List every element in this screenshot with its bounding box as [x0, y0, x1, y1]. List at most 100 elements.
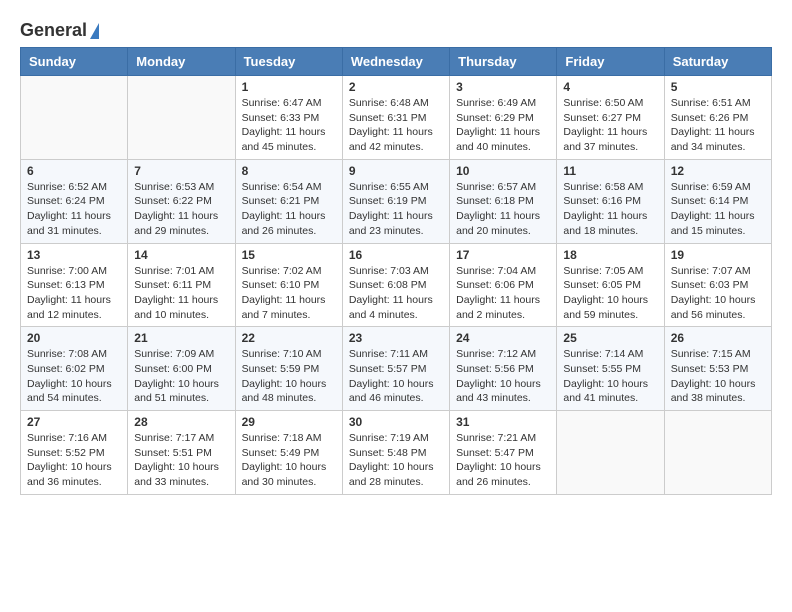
- day-number: 8: [242, 164, 336, 178]
- day-number: 17: [456, 248, 550, 262]
- calendar-day-14: 14 Sunrise: 7:01 AM Sunset: 6:11 PM Dayli…: [128, 243, 235, 327]
- day-info: Sunrise: 6:59 AM Sunset: 6:14 PM Dayligh…: [671, 180, 765, 239]
- day-number: 23: [349, 331, 443, 345]
- calendar-day-3: 3Sunrise: 6:49 AM Sunset: 6:29 PM Daylig…: [450, 76, 557, 160]
- weekday-header-monday: Monday: [128, 48, 235, 76]
- calendar-day-31: 31 Sunrise: 7:21 AM Sunset: 5:47 PM Dayli…: [450, 411, 557, 495]
- day-info: Sunrise: 6:55 AM Sunset: 6:19 PM Dayligh…: [349, 180, 443, 239]
- day-info: Sunrise: 6:48 AM Sunset: 6:31 PM Dayligh…: [349, 96, 443, 155]
- calendar-empty-cell: [664, 411, 771, 495]
- calendar-day-24: 24 Sunrise: 7:12 AM Sunset: 5:56 PM Dayli…: [450, 327, 557, 411]
- calendar-day-27: 27 Sunrise: 7:16 AM Sunset: 5:52 PM Dayli…: [21, 411, 128, 495]
- day-number: 12: [671, 164, 765, 178]
- day-number: 19: [671, 248, 765, 262]
- day-info: Sunrise: 6:53 AM Sunset: 6:22 PM Dayligh…: [134, 180, 228, 239]
- day-number: 28: [134, 415, 228, 429]
- logo-arrow-icon: [90, 23, 99, 39]
- calendar-day-7: 7 Sunrise: 6:53 AM Sunset: 6:22 PM Daylig…: [128, 159, 235, 243]
- calendar-day-2: 2 Sunrise: 6:48 AM Sunset: 6:31 PM Daylig…: [342, 76, 449, 160]
- day-info: Sunrise: 7:12 AM Sunset: 5:56 PM Dayligh…: [456, 347, 550, 406]
- calendar-day-16: 16Sunrise: 7:03 AM Sunset: 6:08 PM Dayli…: [342, 243, 449, 327]
- day-info: Sunrise: 6:58 AM Sunset: 6:16 PM Dayligh…: [563, 180, 657, 239]
- page-header: General: [20, 20, 772, 37]
- calendar-header-row: SundayMondayTuesdayWednesdayThursdayFrid…: [21, 48, 772, 76]
- day-number: 18: [563, 248, 657, 262]
- day-info: Sunrise: 7:02 AM Sunset: 6:10 PM Dayligh…: [242, 264, 336, 323]
- calendar-day-28: 28 Sunrise: 7:17 AM Sunset: 5:51 PM Dayli…: [128, 411, 235, 495]
- day-info: Sunrise: 7:08 AM Sunset: 6:02 PM Dayligh…: [27, 347, 121, 406]
- day-info: Sunrise: 7:10 AM Sunset: 5:59 PM Dayligh…: [242, 347, 336, 406]
- weekday-header-tuesday: Tuesday: [235, 48, 342, 76]
- calendar-week-row: 6 Sunrise: 6:52 AM Sunset: 6:24 PM Daylig…: [21, 159, 772, 243]
- day-number: 15: [242, 248, 336, 262]
- day-info: Sunrise: 6:52 AM Sunset: 6:24 PM Dayligh…: [27, 180, 121, 239]
- calendar-day-5: 5 Sunrise: 6:51 AM Sunset: 6:26 PM Daylig…: [664, 76, 771, 160]
- day-info: Sunrise: 6:50 AM Sunset: 6:27 PM Dayligh…: [563, 96, 657, 155]
- calendar-day-21: 21Sunrise: 7:09 AM Sunset: 6:00 PM Dayli…: [128, 327, 235, 411]
- calendar-day-8: 8 Sunrise: 6:54 AM Sunset: 6:21 PM Daylig…: [235, 159, 342, 243]
- calendar-day-22: 22 Sunrise: 7:10 AM Sunset: 5:59 PM Dayli…: [235, 327, 342, 411]
- day-info: Sunrise: 7:18 AM Sunset: 5:49 PM Dayligh…: [242, 431, 336, 490]
- day-info: Sunrise: 6:54 AM Sunset: 6:21 PM Dayligh…: [242, 180, 336, 239]
- day-number: 29: [242, 415, 336, 429]
- day-number: 11: [563, 164, 657, 178]
- calendar-week-row: 1Sunrise: 6:47 AM Sunset: 6:33 PM Daylig…: [21, 76, 772, 160]
- day-number: 31: [456, 415, 550, 429]
- calendar-day-9: 9 Sunrise: 6:55 AM Sunset: 6:19 PM Daylig…: [342, 159, 449, 243]
- day-number: 6: [27, 164, 121, 178]
- day-info: Sunrise: 6:57 AM Sunset: 6:18 PM Dayligh…: [456, 180, 550, 239]
- day-info: Sunrise: 7:16 AM Sunset: 5:52 PM Dayligh…: [27, 431, 121, 490]
- calendar-week-row: 27 Sunrise: 7:16 AM Sunset: 5:52 PM Dayli…: [21, 411, 772, 495]
- weekday-header-saturday: Saturday: [664, 48, 771, 76]
- day-number: 2: [349, 80, 443, 94]
- calendar-day-19: 19 Sunrise: 7:07 AM Sunset: 6:03 PM Dayli…: [664, 243, 771, 327]
- day-info: Sunrise: 7:17 AM Sunset: 5:51 PM Dayligh…: [134, 431, 228, 490]
- calendar-day-11: 11 Sunrise: 6:58 AM Sunset: 6:16 PM Dayli…: [557, 159, 664, 243]
- day-info: Sunrise: 7:04 AM Sunset: 6:06 PM Dayligh…: [456, 264, 550, 323]
- day-info: Sunrise: 7:21 AM Sunset: 5:47 PM Dayligh…: [456, 431, 550, 490]
- day-info: Sunrise: 7:15 AM Sunset: 5:53 PM Dayligh…: [671, 347, 765, 406]
- calendar-day-1: 1Sunrise: 6:47 AM Sunset: 6:33 PM Daylig…: [235, 76, 342, 160]
- logo: General: [20, 20, 99, 37]
- weekday-header-thursday: Thursday: [450, 48, 557, 76]
- day-number: 26: [671, 331, 765, 345]
- weekday-header-friday: Friday: [557, 48, 664, 76]
- day-number: 14: [134, 248, 228, 262]
- day-info: Sunrise: 6:51 AM Sunset: 6:26 PM Dayligh…: [671, 96, 765, 155]
- logo-general-text: General: [20, 20, 87, 41]
- day-number: 3: [456, 80, 550, 94]
- calendar-day-20: 20 Sunrise: 7:08 AM Sunset: 6:02 PM Dayli…: [21, 327, 128, 411]
- day-info: Sunrise: 7:19 AM Sunset: 5:48 PM Dayligh…: [349, 431, 443, 490]
- calendar-week-row: 20 Sunrise: 7:08 AM Sunset: 6:02 PM Dayli…: [21, 327, 772, 411]
- day-number: 24: [456, 331, 550, 345]
- calendar-day-13: 13 Sunrise: 7:00 AM Sunset: 6:13 PM Dayli…: [21, 243, 128, 327]
- day-info: Sunrise: 7:00 AM Sunset: 6:13 PM Dayligh…: [27, 264, 121, 323]
- calendar-day-6: 6 Sunrise: 6:52 AM Sunset: 6:24 PM Daylig…: [21, 159, 128, 243]
- day-info: Sunrise: 6:47 AM Sunset: 6:33 PM Dayligh…: [242, 96, 336, 155]
- weekday-header-sunday: Sunday: [21, 48, 128, 76]
- day-info: Sunrise: 7:01 AM Sunset: 6:11 PM Dayligh…: [134, 264, 228, 323]
- calendar-day-30: 30 Sunrise: 7:19 AM Sunset: 5:48 PM Dayli…: [342, 411, 449, 495]
- calendar-empty-cell: [128, 76, 235, 160]
- day-number: 7: [134, 164, 228, 178]
- calendar-week-row: 13 Sunrise: 7:00 AM Sunset: 6:13 PM Dayli…: [21, 243, 772, 327]
- calendar-day-4: 4Sunrise: 6:50 AM Sunset: 6:27 PM Daylig…: [557, 76, 664, 160]
- day-number: 13: [27, 248, 121, 262]
- day-number: 5: [671, 80, 765, 94]
- day-number: 30: [349, 415, 443, 429]
- day-number: 21: [134, 331, 228, 345]
- calendar-day-26: 26 Sunrise: 7:15 AM Sunset: 5:53 PM Dayli…: [664, 327, 771, 411]
- day-info: Sunrise: 7:05 AM Sunset: 6:05 PM Dayligh…: [563, 264, 657, 323]
- day-info: Sunrise: 7:03 AM Sunset: 6:08 PM Dayligh…: [349, 264, 443, 323]
- day-number: 9: [349, 164, 443, 178]
- day-number: 10: [456, 164, 550, 178]
- day-number: 22: [242, 331, 336, 345]
- day-info: Sunrise: 7:07 AM Sunset: 6:03 PM Dayligh…: [671, 264, 765, 323]
- day-number: 20: [27, 331, 121, 345]
- day-number: 27: [27, 415, 121, 429]
- calendar-day-25: 25 Sunrise: 7:14 AM Sunset: 5:55 PM Dayli…: [557, 327, 664, 411]
- calendar-day-23: 23Sunrise: 7:11 AM Sunset: 5:57 PM Dayli…: [342, 327, 449, 411]
- day-number: 25: [563, 331, 657, 345]
- calendar-empty-cell: [21, 76, 128, 160]
- day-info: Sunrise: 7:14 AM Sunset: 5:55 PM Dayligh…: [563, 347, 657, 406]
